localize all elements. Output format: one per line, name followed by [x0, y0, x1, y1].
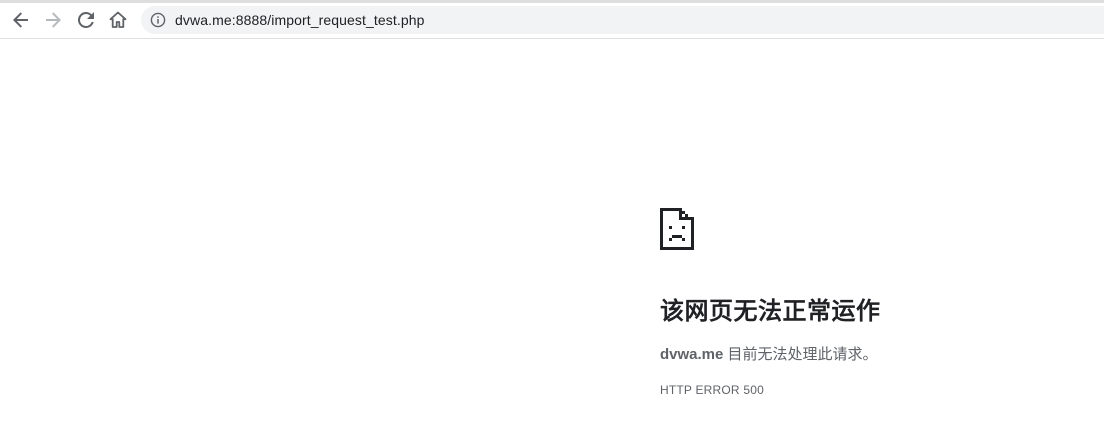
error-title: 该网页无法正常运作 — [660, 298, 881, 325]
reload-button[interactable] — [74, 8, 98, 32]
browser-toolbar: dvwa.me:8888/import_request_test.php — [0, 0, 1104, 39]
back-button[interactable] — [9, 8, 33, 32]
info-circle-icon[interactable] — [150, 12, 166, 28]
error-description: dvwa.me 目前无法处理此请求。 — [660, 345, 878, 365]
home-icon — [109, 11, 127, 28]
reload-icon — [78, 12, 94, 28]
error-host: dvwa.me — [660, 346, 724, 363]
address-bar[interactable]: dvwa.me:8888/import_request_test.php — [141, 6, 1104, 34]
url-text[interactable]: dvwa.me:8888/import_request_test.php — [175, 12, 425, 28]
home-button[interactable] — [106, 8, 130, 32]
toolbar-top-border — [0, 0, 1104, 3]
arrow-right-icon — [46, 12, 61, 28]
error-code: HTTP ERROR 500 — [660, 383, 764, 397]
error-message: 目前无法处理此请求。 — [723, 346, 878, 363]
sad-page-icon — [660, 208, 694, 250]
arrow-left-icon — [13, 12, 28, 28]
forward-button[interactable] — [41, 8, 65, 32]
